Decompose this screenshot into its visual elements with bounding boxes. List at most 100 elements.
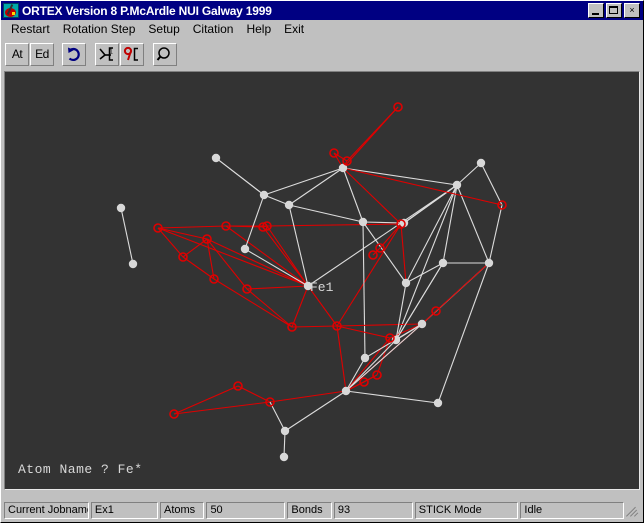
bond bbox=[345, 339, 397, 392]
bond bbox=[376, 337, 391, 376]
status-bar: Current Jobname Ex1 Atoms 50 Bonds 93 ST… bbox=[1, 500, 643, 522]
bond bbox=[480, 162, 503, 206]
menu-item-rotation-step[interactable]: Rotation Step bbox=[57, 21, 143, 37]
atom-white[interactable] bbox=[279, 452, 289, 462]
minimize-button[interactable] bbox=[588, 3, 604, 18]
bond bbox=[120, 207, 134, 265]
bond bbox=[456, 184, 490, 264]
bond bbox=[345, 323, 423, 392]
bond bbox=[206, 238, 248, 290]
close-icon: × bbox=[629, 5, 635, 15]
atom-white[interactable] bbox=[280, 426, 290, 436]
resize-grip[interactable] bbox=[626, 503, 640, 517]
bond bbox=[269, 390, 347, 403]
atoms-button-label: At bbox=[11, 47, 23, 61]
rotate-button[interactable] bbox=[62, 42, 86, 66]
bond bbox=[244, 248, 309, 287]
molecule-drawing: Fe1 bbox=[116, 102, 507, 462]
window-title: ORTEX Version 8 P.McArdle NUI Galway 199… bbox=[22, 3, 272, 18]
bond-label-button[interactable]: 1 bbox=[95, 42, 119, 66]
status-bonds-value: 93 bbox=[333, 501, 413, 519]
bond bbox=[342, 167, 458, 186]
menu-item-exit[interactable]: Exit bbox=[278, 21, 311, 37]
bond bbox=[342, 167, 364, 223]
menu-item-citation[interactable]: Citation bbox=[187, 21, 241, 37]
bond bbox=[246, 285, 309, 290]
bond bbox=[266, 223, 402, 227]
menu-item-restart[interactable]: Restart bbox=[5, 21, 57, 37]
bond bbox=[435, 262, 490, 312]
hydrogen-button[interactable] bbox=[120, 42, 144, 66]
bond bbox=[237, 385, 271, 403]
bond bbox=[336, 325, 347, 392]
bond bbox=[405, 184, 458, 284]
bond bbox=[206, 238, 309, 287]
bond bbox=[345, 390, 439, 404]
bond bbox=[336, 325, 391, 339]
atom-white[interactable] bbox=[128, 259, 138, 269]
bond bbox=[213, 278, 293, 328]
bond bbox=[182, 256, 215, 280]
rotate-arrow-icon bbox=[68, 47, 80, 61]
bond bbox=[284, 390, 347, 432]
fe1-atom-label: Fe1 bbox=[310, 280, 334, 295]
atom-white[interactable] bbox=[484, 258, 494, 268]
maximize-button[interactable] bbox=[606, 3, 622, 18]
bond bbox=[362, 221, 366, 359]
bond bbox=[244, 194, 265, 250]
status-jobname-value: Ex1 bbox=[90, 501, 158, 519]
atom-white[interactable] bbox=[401, 278, 411, 288]
close-button[interactable]: × bbox=[624, 3, 640, 18]
edit-button[interactable]: Ed bbox=[30, 42, 54, 66]
atom-white[interactable] bbox=[433, 398, 443, 408]
menu-bar: Restart Rotation Step Setup Citation Hel… bbox=[1, 20, 643, 39]
bond bbox=[307, 184, 458, 287]
status-bonds-label: Bonds bbox=[287, 501, 332, 519]
tool-bar: At Ed 1 bbox=[1, 39, 643, 69]
atom-white[interactable] bbox=[360, 353, 370, 363]
edit-button-label: Ed bbox=[35, 47, 49, 61]
atom-white[interactable] bbox=[240, 244, 250, 254]
bond bbox=[437, 262, 490, 404]
atom-white[interactable] bbox=[259, 190, 269, 200]
magnifier-icon bbox=[156, 46, 170, 61]
molecule-canvas[interactable]: Fe1 Atom Name ? Fe* bbox=[4, 71, 640, 490]
status-state-value: Idle bbox=[520, 501, 624, 519]
atoms-button[interactable]: At bbox=[5, 42, 29, 66]
atom-white[interactable] bbox=[476, 158, 486, 168]
atom-white[interactable] bbox=[341, 386, 351, 396]
atom-white[interactable] bbox=[211, 153, 221, 163]
atom-white[interactable] bbox=[358, 217, 368, 227]
bond-c1-icon: 1 bbox=[99, 46, 113, 61]
bond bbox=[246, 288, 293, 328]
atom-name-prompt: Atom Name ? Fe* bbox=[18, 462, 143, 477]
ortex-app-icon bbox=[3, 3, 19, 18]
bond bbox=[288, 167, 344, 206]
bond bbox=[157, 225, 227, 229]
bond bbox=[342, 167, 503, 206]
menu-item-help[interactable]: Help bbox=[240, 21, 278, 37]
bond bbox=[206, 238, 215, 280]
bond bbox=[215, 157, 265, 196]
atom-white[interactable] bbox=[417, 319, 427, 329]
window-controls: × bbox=[588, 3, 642, 18]
bond bbox=[288, 204, 364, 223]
bond bbox=[336, 223, 402, 327]
atom-white[interactable] bbox=[116, 203, 126, 213]
bond bbox=[291, 285, 309, 328]
menu-item-setup[interactable]: Setup bbox=[142, 21, 186, 37]
atom-white[interactable] bbox=[284, 200, 294, 210]
bond bbox=[346, 106, 399, 162]
status-atoms-value: 50 bbox=[206, 501, 286, 519]
bond bbox=[400, 223, 407, 284]
bond bbox=[342, 167, 402, 225]
bond bbox=[291, 325, 338, 328]
status-jobname-label: Current Jobname bbox=[4, 501, 89, 519]
zoom-button[interactable] bbox=[153, 42, 177, 66]
bond bbox=[442, 184, 458, 264]
bond bbox=[389, 323, 423, 339]
bond bbox=[263, 167, 344, 196]
ortex-main-window: ORTEX Version 8 P.McArdle NUI Galway 199… bbox=[0, 0, 644, 523]
atom-white[interactable] bbox=[438, 258, 448, 268]
atom-white[interactable] bbox=[452, 180, 462, 190]
